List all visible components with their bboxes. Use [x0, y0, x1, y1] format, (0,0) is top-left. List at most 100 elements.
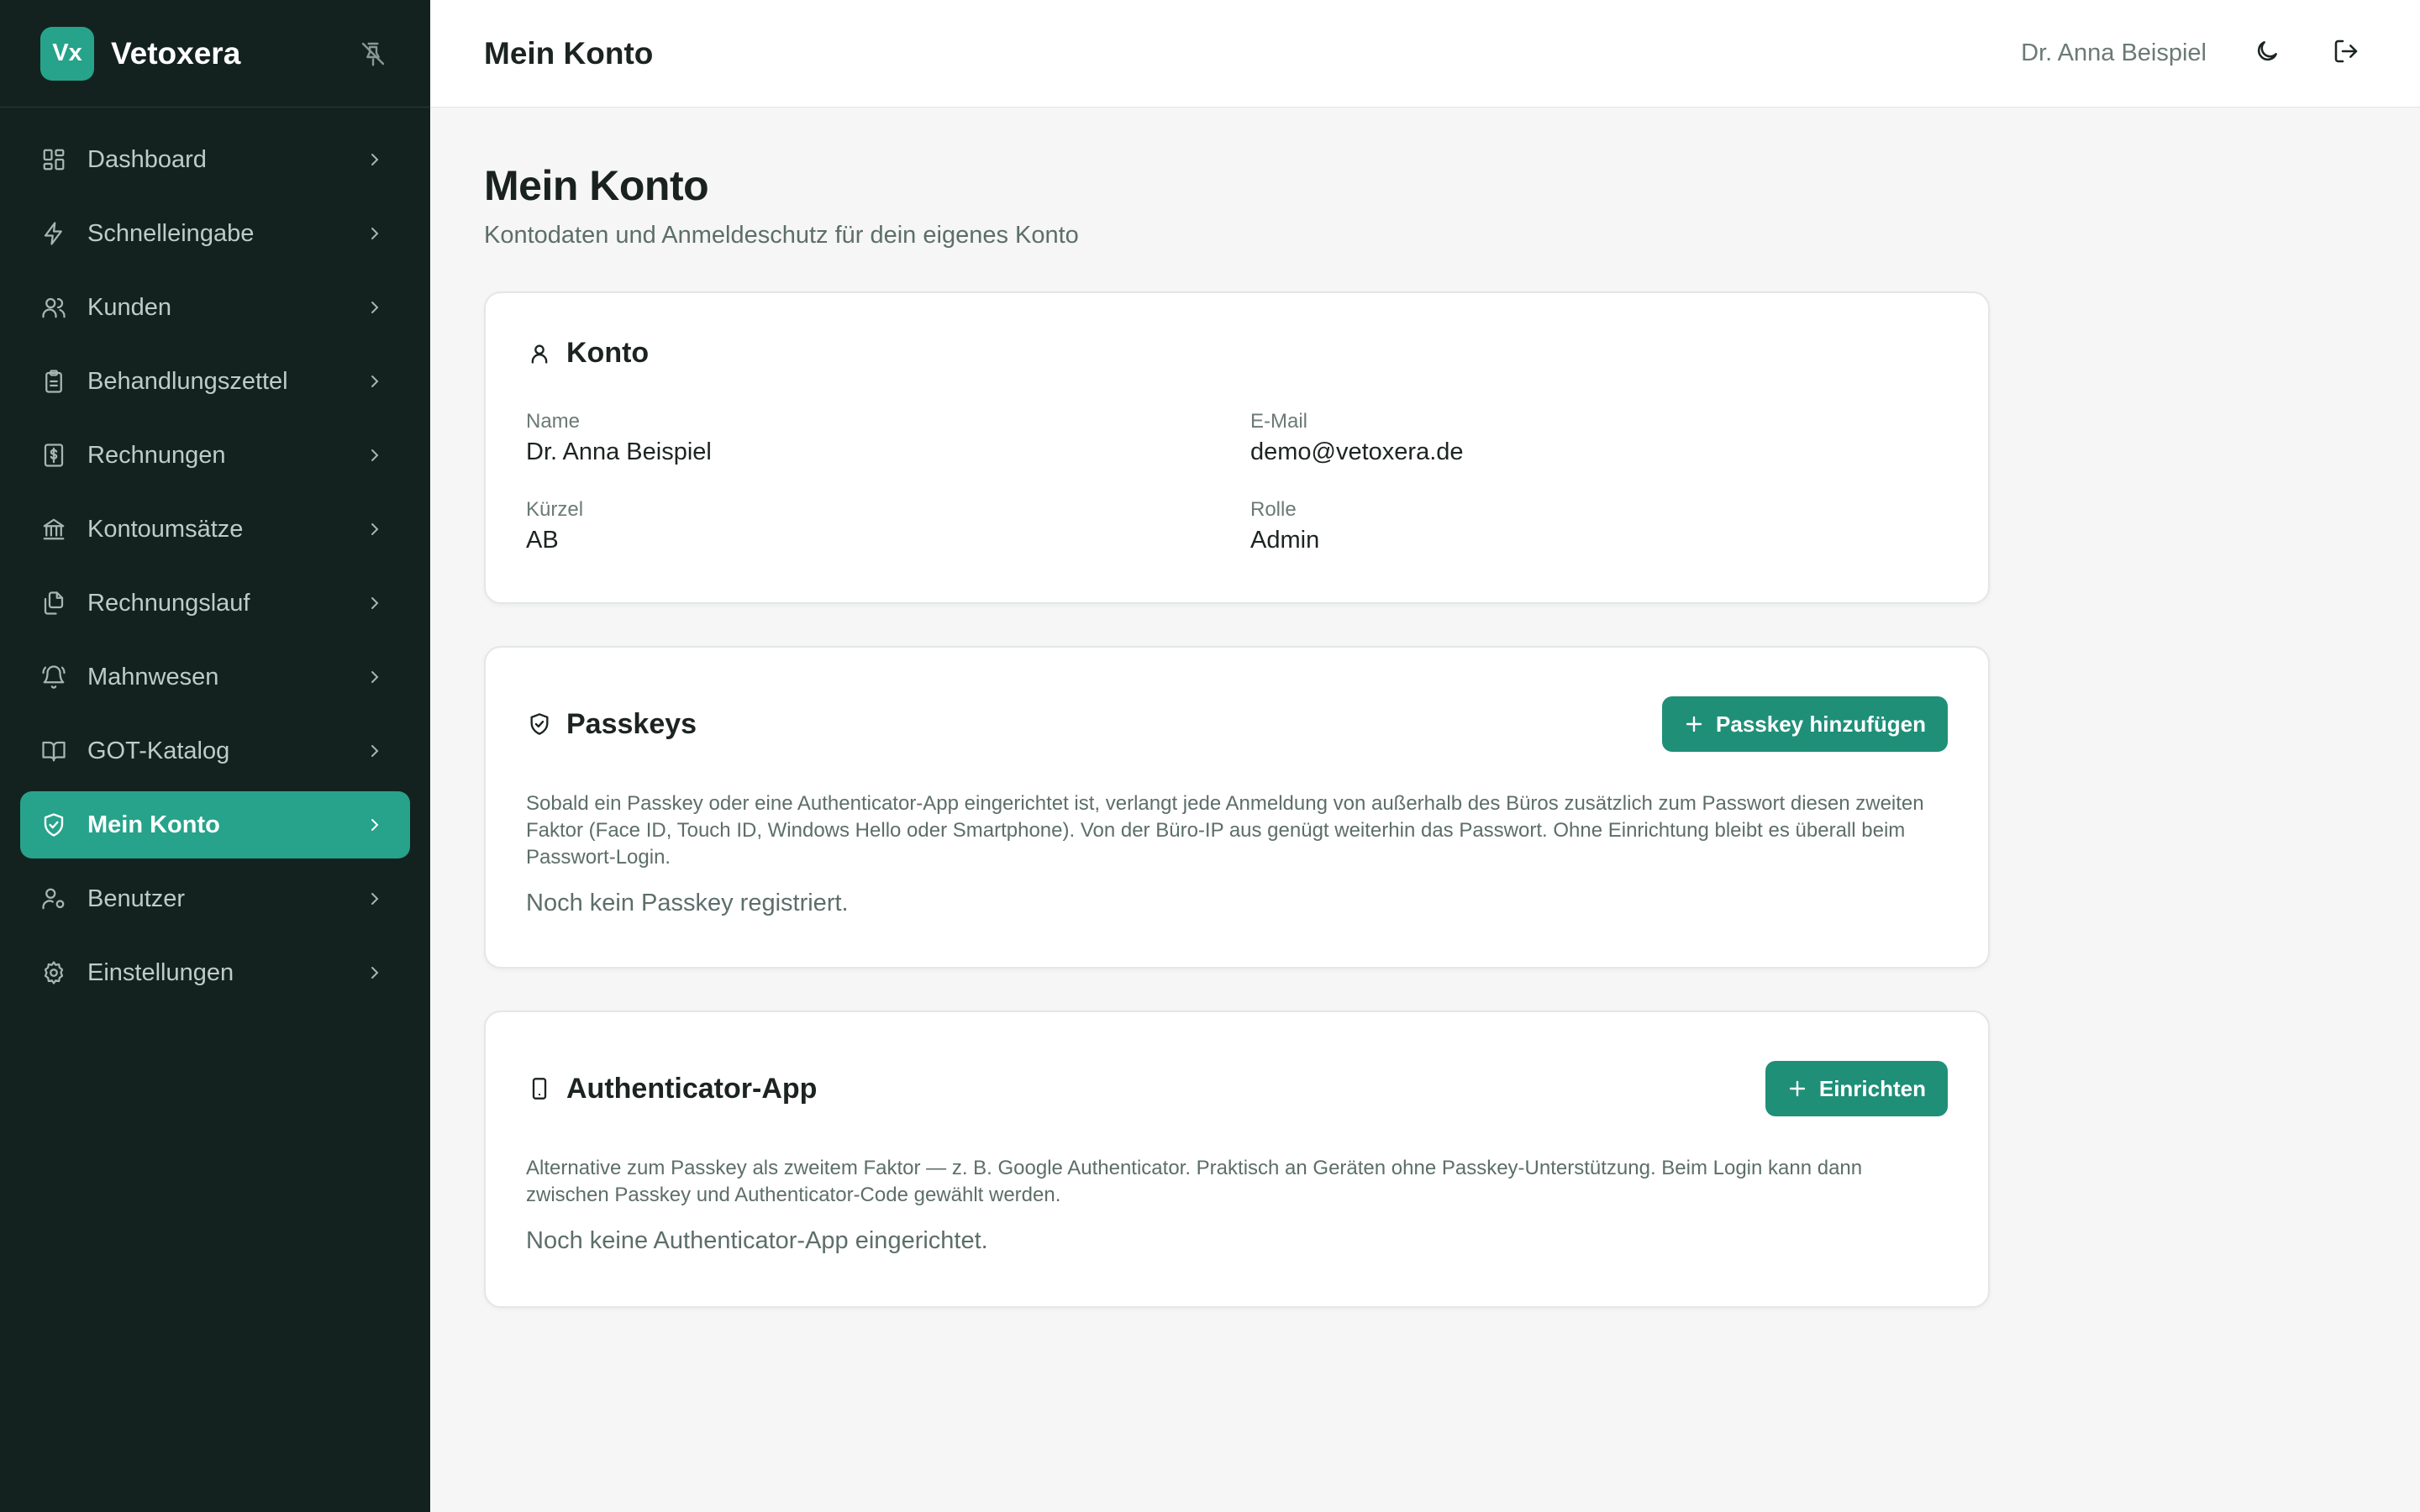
chevron-right-icon: [363, 665, 387, 689]
sidebar-item-einstellungen[interactable]: Einstellungen: [20, 939, 410, 1006]
sidebar-item-kontoumsaetze[interactable]: Kontoumsätze: [20, 496, 410, 563]
name-field: Name Dr. Anna Beispiel: [526, 410, 1250, 466]
authenticator-empty-state: Noch keine Authenticator-App eingerichte…: [526, 1227, 988, 1254]
sidebar-item-behandlungszettel[interactable]: Behandlungszettel: [20, 348, 410, 415]
chevron-right-icon: [363, 739, 387, 763]
passkeys-card-header: Passkeys Passkey hinzufügen: [526, 696, 1948, 752]
button-label: Einrichten: [1818, 1075, 1926, 1101]
user-cog-icon: [40, 885, 67, 912]
sidebar-item-schnelleingabe[interactable]: Schnelleingabe: [20, 200, 410, 267]
sidebar-header: Vx Vetoxera: [0, 0, 430, 108]
email-field: E-Mail demo@vetoxera.de: [1250, 410, 1948, 466]
account-card-header: Konto: [526, 337, 1948, 370]
chevron-right-icon: [363, 591, 387, 615]
topbar-title: Mein Konto: [484, 35, 654, 71]
clipboard-icon: [40, 368, 67, 395]
short-field: Kürzel AB: [526, 498, 1250, 554]
sidebar-item-dashboard[interactable]: Dashboard: [20, 126, 410, 193]
sidebar-item-rechnungen[interactable]: Rechnungen: [20, 422, 410, 489]
moon-icon: [2254, 38, 2281, 69]
pin-off-icon[interactable]: [356, 37, 390, 71]
passkeys-card: Passkeys Passkey hinzufügen Sobald ein P…: [484, 646, 1990, 969]
dashboard-icon: [40, 146, 67, 173]
authenticator-card-title: Authenticator-App: [566, 1072, 818, 1105]
user-icon: [526, 340, 553, 367]
shield-check-icon: [526, 711, 553, 738]
sidebar-item-label: Kunden: [87, 293, 171, 321]
users-icon: [40, 294, 67, 321]
role-field: Rolle Admin: [1250, 498, 1948, 554]
chevron-right-icon: [363, 813, 387, 837]
setup-authenticator-button[interactable]: Einrichten: [1765, 1061, 1948, 1116]
page-content: Mein Konto Kontodaten und Anmeldeschutz …: [430, 108, 2420, 1308]
authenticator-card: Authenticator-App Einrichten Alternative…: [484, 1011, 1990, 1308]
button-label: Passkey hinzufügen: [1716, 711, 1926, 737]
chevron-right-icon: [363, 887, 387, 911]
sidebar-item-mein-konto[interactable]: Mein Konto: [20, 791, 410, 858]
authenticator-card-header: Authenticator-App Einrichten: [526, 1061, 1948, 1116]
invoice-icon: [40, 442, 67, 469]
shield-check-icon: [40, 811, 67, 838]
account-card-title: Konto: [566, 337, 650, 369]
sidebar-item-label: Benutzer: [87, 885, 186, 912]
field-value: Dr. Anna Beispiel: [526, 438, 712, 465]
topbar: Mein Konto Dr. Anna Beispiel: [430, 0, 2420, 108]
sidebar-item-label: Mahnwesen: [87, 663, 219, 690]
sidebar-item-got-katalog[interactable]: GOT-Katalog: [20, 717, 410, 785]
field-label: E-Mail: [1250, 410, 1308, 433]
passkeys-description: Sobald ein Passkey oder eine Authenticat…: [526, 792, 1924, 869]
authenticator-description: Alternative zum Passkey als zweitem Fakt…: [526, 1157, 1863, 1206]
sidebar-item-label: Schnelleingabe: [87, 219, 255, 247]
logout-icon: [2333, 38, 2360, 69]
page-title: Mein Konto: [484, 162, 709, 209]
sidebar-item-label: Mein Konto: [87, 811, 220, 838]
dark-mode-toggle[interactable]: [2247, 34, 2287, 74]
brand-name: Vetoxera: [111, 35, 241, 71]
field-value: Admin: [1250, 527, 1320, 554]
smartphone-icon: [526, 1075, 553, 1102]
plus-icon: [1684, 714, 1704, 734]
book-icon: [40, 738, 67, 764]
current-user-name: Dr. Anna Beispiel: [2021, 39, 2207, 66]
files-icon: [40, 590, 67, 617]
bank-icon: [40, 516, 67, 543]
chevron-right-icon: [363, 148, 387, 171]
chevron-right-icon: [363, 296, 387, 319]
field-value: AB: [526, 527, 559, 554]
logout-button[interactable]: [2326, 34, 2366, 74]
sidebar-item-label: Einstellungen: [87, 958, 234, 986]
field-value: demo@vetoxera.de: [1250, 438, 1464, 465]
sidebar-item-label: Rechnungslauf: [87, 589, 250, 617]
sidebar-item-label: GOT-Katalog: [87, 737, 230, 764]
chevron-right-icon: [363, 444, 387, 467]
chevron-right-icon: [363, 517, 387, 541]
sidebar-nav: Dashboard Schnelleingabe Kunden Behandlu…: [0, 108, 430, 1006]
main-area: Mein Konto Dr. Anna Beispiel Mein Konto …: [430, 0, 2420, 1512]
sidebar-item-kunden[interactable]: Kunden: [20, 274, 410, 341]
sidebar-item-label: Dashboard: [87, 145, 207, 173]
lightning-icon: [40, 220, 67, 247]
field-label: Rolle: [1250, 498, 1297, 521]
page-subtitle: Kontodaten und Anmeldeschutz für dein ei…: [484, 222, 1079, 249]
chevron-right-icon: [363, 222, 387, 245]
sidebar-item-label: Kontoumsätze: [87, 515, 244, 543]
add-passkey-button[interactable]: Passkey hinzufügen: [1662, 696, 1948, 752]
sidebar-item-label: Behandlungszettel: [87, 367, 288, 395]
chevron-right-icon: [363, 961, 387, 984]
sidebar: Vx Vetoxera Dashboard Schnelleingabe Kun…: [0, 0, 430, 1512]
sidebar-item-benutzer[interactable]: Benutzer: [20, 865, 410, 932]
sidebar-item-label: Rechnungen: [87, 441, 226, 469]
account-card: Konto Name Dr. Anna Beispiel E-Mail demo…: [484, 291, 1990, 604]
gear-icon: [40, 959, 67, 986]
account-fields: Name Dr. Anna Beispiel E-Mail demo@vetox…: [526, 410, 1948, 554]
sidebar-item-mahnwesen[interactable]: Mahnwesen: [20, 643, 410, 711]
passkeys-empty-state: Noch kein Passkey registriert.: [526, 890, 849, 916]
bell-icon: [40, 664, 67, 690]
passkeys-card-title: Passkeys: [566, 707, 697, 740]
plus-icon: [1787, 1079, 1807, 1099]
field-label: Kürzel: [526, 498, 584, 521]
chevron-right-icon: [363, 370, 387, 393]
logo[interactable]: Vx: [40, 26, 94, 81]
sidebar-item-rechnungslauf[interactable]: Rechnungslauf: [20, 570, 410, 637]
field-label: Name: [526, 410, 581, 433]
